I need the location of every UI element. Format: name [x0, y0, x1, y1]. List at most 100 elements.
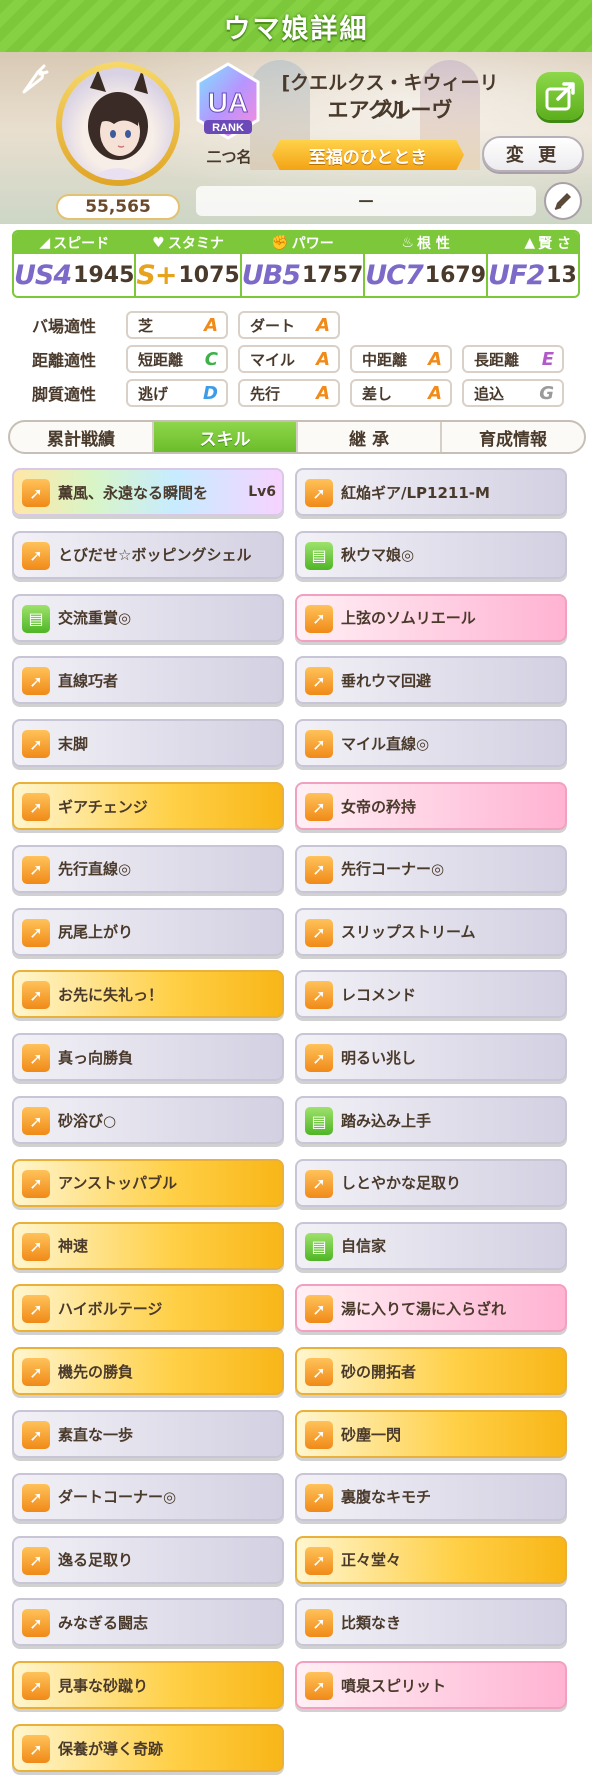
skill-item[interactable]: ▤ 自信家: [295, 1221, 567, 1270]
skill-item[interactable]: ➚ 湯に入りて湯に入らざれ: [295, 1284, 567, 1333]
skill-item[interactable]: ➚ 紅焔ギア/LP1211-M: [295, 468, 567, 516]
rank-badge-sub: RANK: [212, 122, 244, 134]
stat-value: 1321: [546, 262, 578, 288]
skill-item[interactable]: ➚ 薫風、永遠なる瞬間を Lv6: [12, 468, 284, 516]
skill-item[interactable]: ➚ 機先の勝負: [12, 1347, 284, 1396]
skill-name: 自信家: [341, 1237, 387, 1256]
speed-skill-icon: ➚: [305, 918, 333, 947]
skill-name: ハイボルテージ: [58, 1299, 163, 1318]
skill-name: 正々堂々: [341, 1551, 402, 1570]
stat-value: 1945: [73, 262, 135, 288]
skill-name: 神速: [58, 1237, 89, 1256]
stat-grade: UC7: [365, 259, 424, 291]
skill-item[interactable]: ▤ 踏み込み上手: [295, 1096, 567, 1144]
skill-name: 砂の開拓者: [341, 1362, 417, 1381]
skill-item[interactable]: ➚ ダートコーナー◎: [12, 1472, 284, 1521]
skill-item[interactable]: ➚ 神速: [12, 1221, 284, 1270]
skill-item[interactable]: ➚ レコメンド: [295, 970, 567, 1019]
speed-skill-icon: ➚: [22, 1421, 50, 1449]
stat-label: パワー: [291, 236, 334, 252]
speed-skill-icon: ➚: [22, 1358, 50, 1387]
skill-item[interactable]: ➚ みなぎる闘志: [12, 1598, 284, 1647]
carrot-icon[interactable]: [14, 62, 50, 98]
skill-item[interactable]: ➚ 真っ向勝負: [12, 1033, 284, 1082]
stat-grade: S+: [136, 259, 177, 291]
skill-item[interactable]: ➚ 逸る足取り: [12, 1535, 284, 1584]
stat-label: 根 性: [416, 236, 450, 252]
skill-name: 見事な砂蹴り: [58, 1676, 149, 1695]
avatar[interactable]: [56, 62, 180, 186]
tab-record[interactable]: 累計戦績: [10, 422, 154, 452]
skill-item[interactable]: ➚ しとやかな足取り: [295, 1158, 567, 1207]
rank-badge-icon: UA RANK: [196, 62, 260, 140]
skill-item[interactable]: ➚ 裏腹なキモチ: [295, 1472, 567, 1521]
skill-item[interactable]: ➚ 直線巧者: [12, 656, 284, 705]
tab-training-info[interactable]: 育成情報: [442, 422, 584, 452]
skill-item[interactable]: ➚ 砂塵一閃: [295, 1410, 567, 1458]
skill-item[interactable]: ➚ 保養が導く奇跡: [12, 1724, 284, 1772]
mortarboard-icon: ▲: [524, 235, 536, 251]
aptitude-name: 中距離: [362, 350, 408, 369]
skill-item[interactable]: ➚ マイル直線◎: [295, 719, 567, 768]
aptitude-grade: A: [316, 314, 330, 336]
skill-item[interactable]: ➚ 上弦のソムリエール: [295, 593, 567, 642]
skill-item[interactable]: ➚ 比類なき: [295, 1598, 567, 1647]
skill-name: マイル直線◎: [341, 734, 430, 753]
skill-item[interactable]: ➚ お先に失礼っ！: [12, 970, 284, 1019]
skill-item[interactable]: ➚ ハイボルテージ: [12, 1284, 284, 1333]
aptitude-cell: 追込 G: [462, 379, 564, 407]
memo-field[interactable]: －: [196, 186, 536, 216]
aptitude-grade: A: [316, 348, 330, 370]
skill-item[interactable]: ➚ 砂浴び○: [12, 1096, 284, 1144]
skill-item[interactable]: ➚ 女帝の矜持: [295, 782, 567, 830]
aptitude-name: マイル: [250, 350, 296, 369]
aptitude-grade: G: [539, 382, 554, 404]
tab-inheritance[interactable]: 継 承: [298, 422, 442, 452]
stat-speed: ◢ スピード US4 1945: [14, 232, 137, 296]
skill-item[interactable]: ➚ 噴泉スピリット: [295, 1661, 567, 1710]
skill-item[interactable]: ➚ スリップストリーム: [295, 907, 567, 956]
skill-item[interactable]: ➚ 垂れウマ回避: [295, 656, 567, 705]
title-badge: 至福のひととき: [272, 140, 464, 170]
skill-item[interactable]: ➚ 素直な一歩: [12, 1410, 284, 1458]
share-button[interactable]: [536, 72, 584, 120]
edit-memo-button[interactable]: [544, 182, 582, 220]
stat-value: 1679: [424, 262, 487, 288]
style-aptitude-row: 脚質適性: [22, 379, 122, 407]
speed-skill-icon: ➚: [305, 730, 333, 759]
skill-item[interactable]: ➚ 正々堂々: [295, 1535, 567, 1584]
aptitude-grade: D: [203, 382, 218, 404]
pencil-icon: [554, 193, 571, 210]
aptitude-cell: ダート A: [238, 311, 340, 339]
skill-item[interactable]: ➚ 見事な砂蹴り: [12, 1661, 284, 1710]
tab-skills[interactable]: スキル: [154, 422, 298, 452]
character-portrait: [62, 68, 174, 180]
skill-item[interactable]: ➚ 先行コーナー◎: [295, 844, 567, 893]
speed-skill-icon: ➚: [22, 1735, 50, 1763]
skill-name: 比類なき: [341, 1613, 402, 1632]
change-title-button[interactable]: 変 更: [482, 136, 584, 172]
aptitude-name: 長距離: [474, 350, 520, 369]
speed-skill-icon: ➚: [22, 793, 50, 821]
skill-name: スリップストリーム: [341, 923, 476, 942]
skill-item[interactable]: ➚ 先行直線◎: [12, 844, 284, 893]
skill-item[interactable]: ➚ アンストッパブル: [12, 1158, 284, 1207]
track-aptitude-row: バ場適性: [22, 311, 122, 339]
share-icon: [545, 82, 575, 111]
skill-item[interactable]: ▤ 秋ウマ娘◎: [295, 530, 567, 579]
skill-name: 機先の勝負: [58, 1362, 134, 1381]
speed-skill-icon: ➚: [305, 1358, 333, 1387]
skill-item[interactable]: ➚ 尻尾上がり: [12, 907, 284, 956]
speed-skill-icon: ➚: [305, 793, 333, 821]
evaluation-score: 55,565: [56, 194, 180, 220]
skill-item[interactable]: ➚ 砂の開拓者: [295, 1347, 567, 1396]
skill-item[interactable]: ➚ 明るい兆し: [295, 1033, 567, 1082]
skill-item[interactable]: ➚ とびだせ☆ボッピングシェル: [12, 530, 284, 579]
skill-item[interactable]: ➚ ギアチェンジ: [12, 782, 284, 830]
skill-item[interactable]: ▤ 交流重賞◎: [12, 593, 284, 642]
speed-skill-icon: ➚: [22, 1546, 50, 1575]
aptitude-cell: 差し A: [350, 379, 452, 407]
aptitude-grade: A: [428, 382, 442, 404]
skill-item[interactable]: ➚ 末脚: [12, 719, 284, 768]
aptitude-cell: 長距離 E: [462, 345, 564, 373]
